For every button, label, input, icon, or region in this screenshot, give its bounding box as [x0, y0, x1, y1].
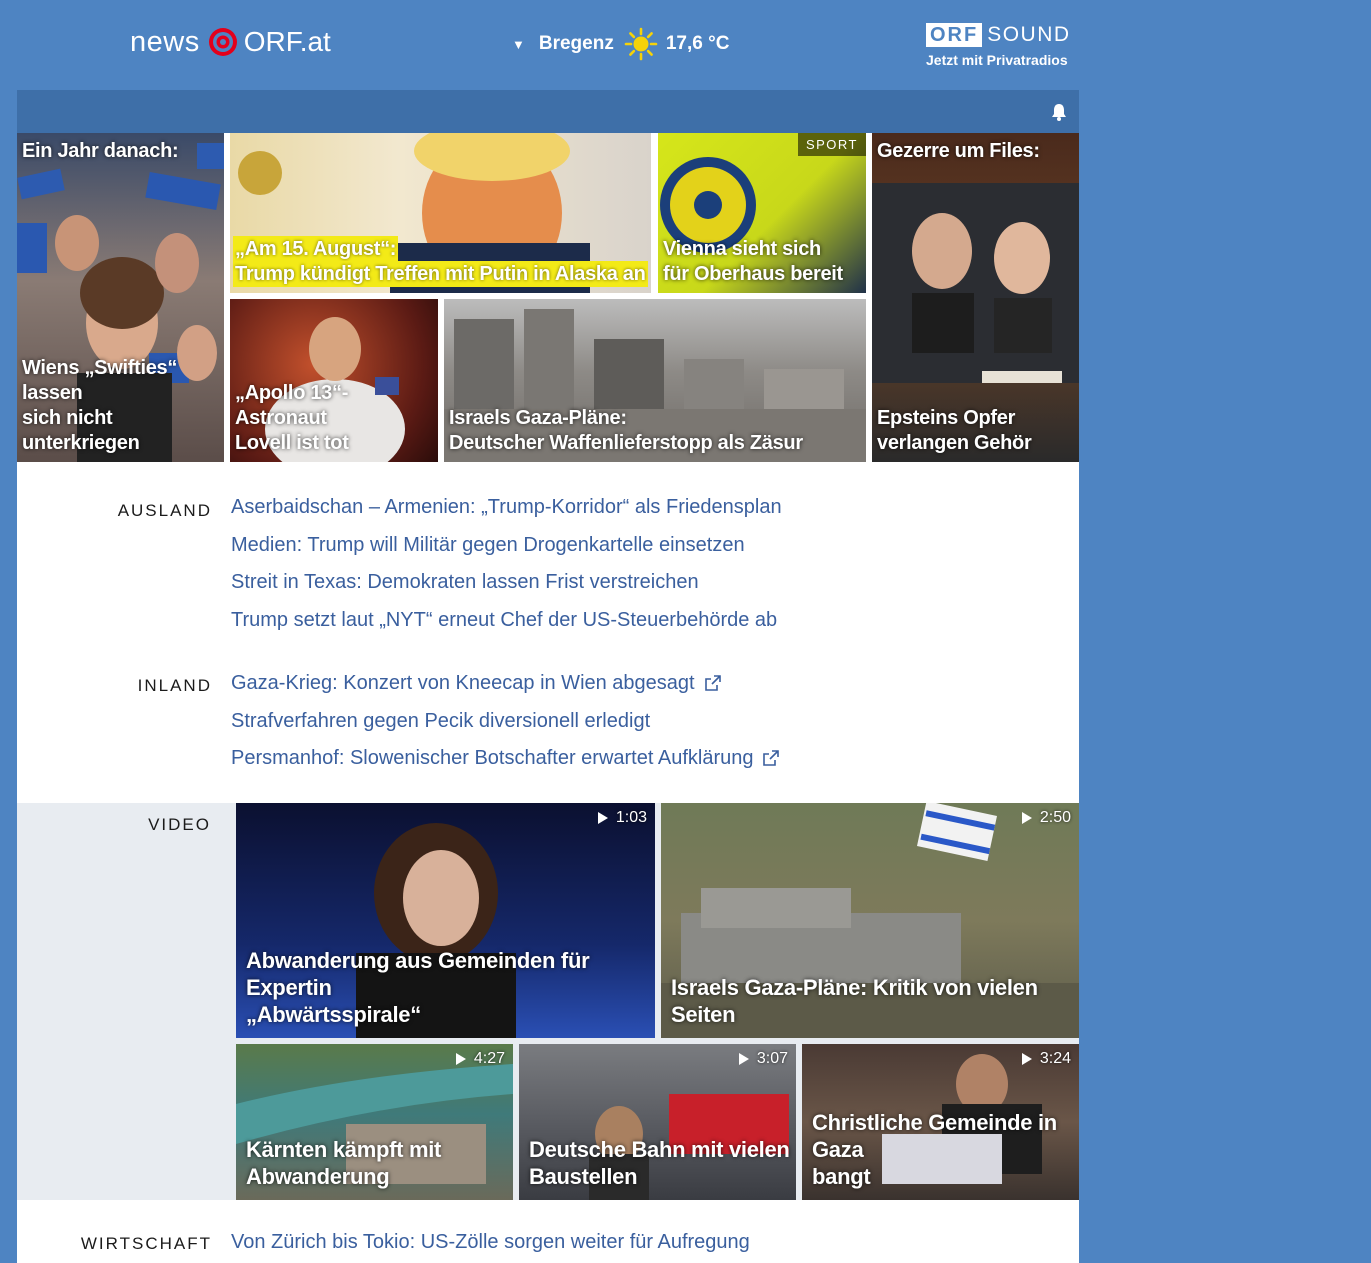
- play-icon: [455, 1053, 466, 1065]
- section-label-wirtschaft: WIRTSCHAFT: [80, 1234, 212, 1253]
- orf-sound-subtitle: Jetzt mit Privatradios: [926, 52, 1068, 68]
- headline-link[interactable]: Persmanhof: Slowenischer Botschafter erw…: [231, 745, 780, 783]
- video-caption: Deutsche Bahn mit vielen Baustellen: [529, 1137, 790, 1189]
- orf-sound-name: SOUND: [987, 23, 1071, 46]
- play-icon: [738, 1053, 749, 1065]
- weather-temperature: 17,6 °C: [665, 33, 730, 54]
- section-label-inland: INLAND: [137, 676, 212, 695]
- video-tile[interactable]: 3:07 Deutsche Bahn mit vielen Baustellen: [519, 1044, 796, 1200]
- inland-headlines: Gaza-Krieg: Konzert von Kneecap in Wien …: [231, 670, 780, 783]
- bell-icon[interactable]: [1051, 103, 1067, 121]
- logo-news-text: news: [130, 25, 200, 58]
- external-link-icon: [763, 750, 780, 766]
- story-caption: „Apollo 13“-Astronaut Lovell ist tot: [235, 382, 349, 454]
- story-label: Ein Jahr danach:: [22, 140, 179, 162]
- play-icon: [1021, 1053, 1032, 1065]
- story-caption: Israels Gaza-Pläne: Deutscher Waffenliefe…: [449, 407, 803, 454]
- chevron-down-icon[interactable]: ▼: [512, 37, 525, 52]
- video-duration: 4:27: [455, 1050, 505, 1068]
- orf-target-icon: [208, 28, 237, 56]
- video-caption: Abwanderung aus Gemeinden für Expertin „A…: [246, 948, 590, 1027]
- logo-orf-text: ORF.at: [243, 26, 331, 57]
- main-content: Ein Jahr danach: Wiens „Swifties“ lassen…: [17, 90, 1079, 1263]
- video-duration: 3:07: [738, 1050, 788, 1068]
- play-icon: [597, 812, 608, 824]
- orf-sound-promo[interactable]: ORF SOUND Jetzt mit Privatradios: [926, 22, 1080, 68]
- headline-link[interactable]: Aserbaidschan – Armenien: „Trump-Korrido…: [231, 494, 782, 532]
- section-badge: SPORT: [797, 133, 866, 156]
- story-tile-swifties[interactable]: Ein Jahr danach: Wiens „Swifties“ lassen…: [17, 133, 224, 462]
- story-label: Gezerre um Files:: [877, 140, 1040, 162]
- video-caption: Kärnten kämpft mit Abwanderung: [246, 1137, 442, 1189]
- video-duration: 1:03: [597, 809, 647, 827]
- video-tile[interactable]: 3:24 Christliche Gemeinde in Gaza bangt: [802, 1044, 1079, 1200]
- story-tile-trump[interactable]: „Am 15. August“: Trump kündigt Treffen mi…: [230, 133, 651, 293]
- video-tile[interactable]: 2:50 Israels Gaza-Pläne: Kritik von viel…: [661, 803, 1079, 1038]
- story-tile-epstein[interactable]: Gezerre um Files: Epsteins Opfer verlange…: [872, 133, 1079, 462]
- headline-link[interactable]: Strafverfahren gegen Pecik diversionell …: [231, 708, 779, 746]
- story-caption: „Am 15. August“: Trump kündigt Treffen mi…: [235, 238, 646, 285]
- headline-link[interactable]: Von Zürich bis Tokio: US-Zölle sorgen we…: [231, 1229, 750, 1263]
- ausland-headlines: Aserbaidschan – Armenien: „Trump-Korrido…: [231, 494, 782, 644]
- orf-sound-brand: ORF: [926, 23, 983, 47]
- headline-link[interactable]: Gaza-Krieg: Konzert von Kneecap in Wien …: [231, 670, 779, 708]
- video-duration: 3:24: [1021, 1050, 1071, 1068]
- section-label-ausland: AUSLAND: [117, 501, 212, 520]
- section-label-video: VIDEO: [148, 815, 211, 834]
- video-caption: Christliche Gemeinde in Gaza bangt: [812, 1110, 1057, 1189]
- video-section: VIDEO 1:03 Abwanderung aus Gemeinden für…: [17, 803, 1079, 1200]
- weather-widget[interactable]: ▼ Bregenz 17,6 °C: [512, 27, 730, 61]
- video-tile[interactable]: 1:03 Abwanderung aus Gemeinden für Exper…: [236, 803, 655, 1038]
- headline-link[interactable]: Medien: Trump will Militär gegen Drogenk…: [231, 532, 782, 570]
- play-icon: [1021, 812, 1032, 824]
- story-tile-gaza[interactable]: Israels Gaza-Pläne: Deutscher Waffenliefe…: [444, 299, 866, 462]
- sun-icon: [624, 27, 658, 61]
- story-tile-vienna[interactable]: SPORT Vienna sieht sich für Oberhaus bere…: [658, 133, 866, 293]
- top-bar: [17, 90, 1079, 133]
- story-caption: Epsteins Opfer verlangen Gehör: [877, 407, 1032, 454]
- headline-link[interactable]: Streit in Texas: Demokraten lassen Frist…: [231, 569, 782, 607]
- video-tile[interactable]: 4:27 Kärnten kämpft mit Abwanderung: [236, 1044, 513, 1200]
- wirtschaft-headlines: Von Zürich bis Tokio: US-Zölle sorgen we…: [231, 1229, 750, 1263]
- weather-location: Bregenz: [538, 33, 614, 54]
- headline-link[interactable]: Trump setzt laut „NYT“ erneut Chef der U…: [231, 607, 782, 645]
- video-duration: 2:50: [1021, 809, 1071, 827]
- story-caption: Wiens „Swifties“ lassen sich nicht unterk…: [22, 357, 178, 454]
- video-caption: Israels Gaza-Pläne: Kritik von vielen Se…: [671, 975, 1038, 1027]
- story-caption: Vienna sieht sich für Oberhaus bereit: [663, 238, 843, 285]
- news-orf-logo[interactable]: news ORF.at: [130, 22, 331, 62]
- story-tile-apollo[interactable]: „Apollo 13“-Astronaut Lovell ist tot: [230, 299, 438, 462]
- external-link-icon: [704, 675, 721, 691]
